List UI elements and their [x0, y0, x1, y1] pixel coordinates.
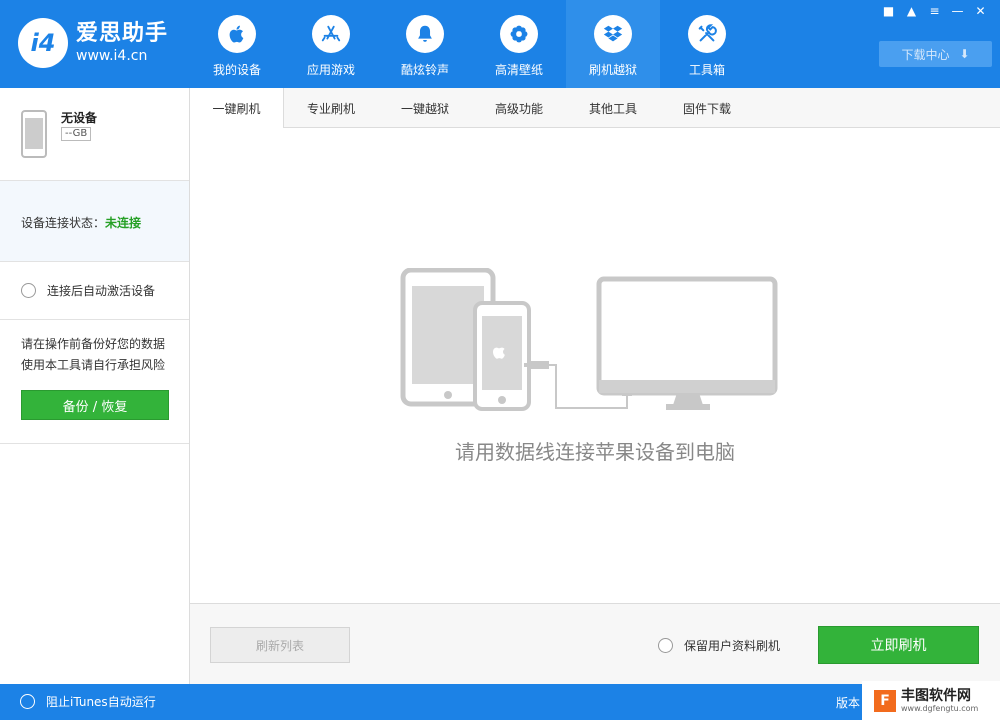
block-itunes-label: 阻止iTunes自动运行 [46, 695, 156, 709]
app-store-icon [312, 15, 350, 53]
dropbox-box-icon [594, 15, 632, 53]
status-value: 未连接 [105, 216, 142, 230]
tab-other-tools[interactable]: 其他工具 [566, 88, 660, 128]
bell-icon [406, 15, 444, 53]
window-controls: ■ ▲ ≡ — ✕ [877, 3, 992, 19]
block-itunes-option[interactable]: 阻止iTunes自动运行 [20, 693, 156, 710]
watermark-name: 丰图软件网 [901, 687, 971, 704]
menu-icon[interactable]: ≡ [923, 3, 946, 19]
logo-mark: i4 [18, 18, 68, 68]
version-label: 版本 [836, 696, 861, 710]
sidebar: 无设备 --GB 设备连接状态：未连接 连接后自动激活设备 请在操作前备份好您的… [0, 88, 190, 684]
block-itunes-radio[interactable] [20, 694, 35, 709]
connect-device-illustration [400, 268, 778, 411]
flash-now-button[interactable]: 立即刷机 [818, 626, 979, 664]
device-capacity: --GB [61, 127, 92, 141]
nav-my-device[interactable]: 我的设备 [190, 0, 284, 88]
nav-ringtones[interactable]: 酷炫铃声 [378, 0, 472, 88]
status-label: 设备连接状态： [21, 216, 106, 230]
tab-one-click-jailbreak[interactable]: 一键越狱 [378, 88, 472, 128]
watermark-url: www.dgfengtu.com [901, 703, 979, 713]
tab-bar: 一键刷机 专业刷机 一键越狱 高级功能 其他工具 固件下载 [190, 88, 1000, 129]
tab-firmware-download[interactable]: 固件下载 [660, 88, 754, 128]
nav-flash-jailbreak[interactable]: 刷机越狱 [566, 0, 660, 88]
watermark: F 丰图软件网 www.dgfengtu.com [862, 681, 1000, 720]
main-panel: 一键刷机 专业刷机 一键越狱 高级功能 其他工具 固件下载 请用数据线连接苹果设… [190, 88, 1000, 684]
refresh-list-button[interactable]: 刷新列表 [210, 627, 350, 663]
app-name: 爱思助手 [76, 21, 169, 46]
download-center-button[interactable]: 下载中心 ⬇ [879, 41, 992, 67]
tab-advanced[interactable]: 高级功能 [472, 88, 566, 128]
device-card: 无设备 --GB [0, 88, 189, 181]
keep-user-data-radio[interactable] [658, 638, 673, 653]
minimize-icon[interactable]: — [946, 3, 969, 19]
keep-user-data-option[interactable]: 保留用户资料刷机 [658, 637, 780, 654]
nav-wallpapers[interactable]: 高清壁纸 [472, 0, 566, 88]
nav-apps-games[interactable]: 应用游戏 [284, 0, 378, 88]
watermark-logo-icon: F [874, 689, 896, 712]
connection-status: 设备连接状态：未连接 [0, 181, 189, 262]
backup-warning: 请在操作前备份好您的数据 使用本工具请自行承担风险 备份 / 恢复 [0, 320, 189, 444]
apple-icon [218, 15, 256, 53]
tools-icon [688, 15, 726, 53]
phone-icon [21, 110, 47, 158]
app-logo: i4 爱思助手 www.i4.cn [18, 18, 168, 68]
auto-activate-radio[interactable] [21, 283, 36, 298]
backup-restore-button[interactable]: 备份 / 恢复 [21, 390, 169, 420]
nav-toolbox[interactable]: 工具箱 [660, 0, 754, 88]
device-name: 无设备 [61, 111, 98, 125]
warning-line-1: 请在操作前备份好您的数据 [21, 337, 166, 351]
flower-icon [500, 15, 538, 53]
skin-icon[interactable]: ▲ [900, 3, 923, 19]
status-bar: 阻止iTunes自动运行 版本 [0, 684, 1000, 720]
tab-pro-flash[interactable]: 专业刷机 [284, 88, 378, 128]
auto-activate-label: 连接后自动激活设备 [47, 284, 156, 298]
message-icon[interactable]: ■ [877, 3, 900, 19]
connect-hint-text: 请用数据线连接苹果设备到电脑 [455, 440, 735, 464]
app-url: www.i4.cn [76, 48, 148, 64]
warning-line-2: 使用本工具请自行承担风险 [21, 358, 166, 372]
keep-user-data-label: 保留用户资料刷机 [684, 639, 781, 653]
content-area: 请用数据线连接苹果设备到电脑 [190, 128, 1000, 603]
auto-activate-option[interactable]: 连接后自动激活设备 [0, 262, 189, 320]
tab-one-click-flash[interactable]: 一键刷机 [190, 88, 284, 129]
action-bar: 刷新列表 保留用户资料刷机 立即刷机 [190, 603, 1000, 684]
main-nav: 我的设备 应用游戏 酷炫铃声 高清壁纸 刷机越狱 工具箱 [190, 0, 754, 88]
download-icon: ⬇ [959, 47, 970, 61]
close-icon[interactable]: ✕ [969, 3, 992, 19]
top-header: i4 爱思助手 www.i4.cn 我的设备 应用游戏 酷炫铃声 高清壁纸 刷机… [0, 0, 1000, 88]
